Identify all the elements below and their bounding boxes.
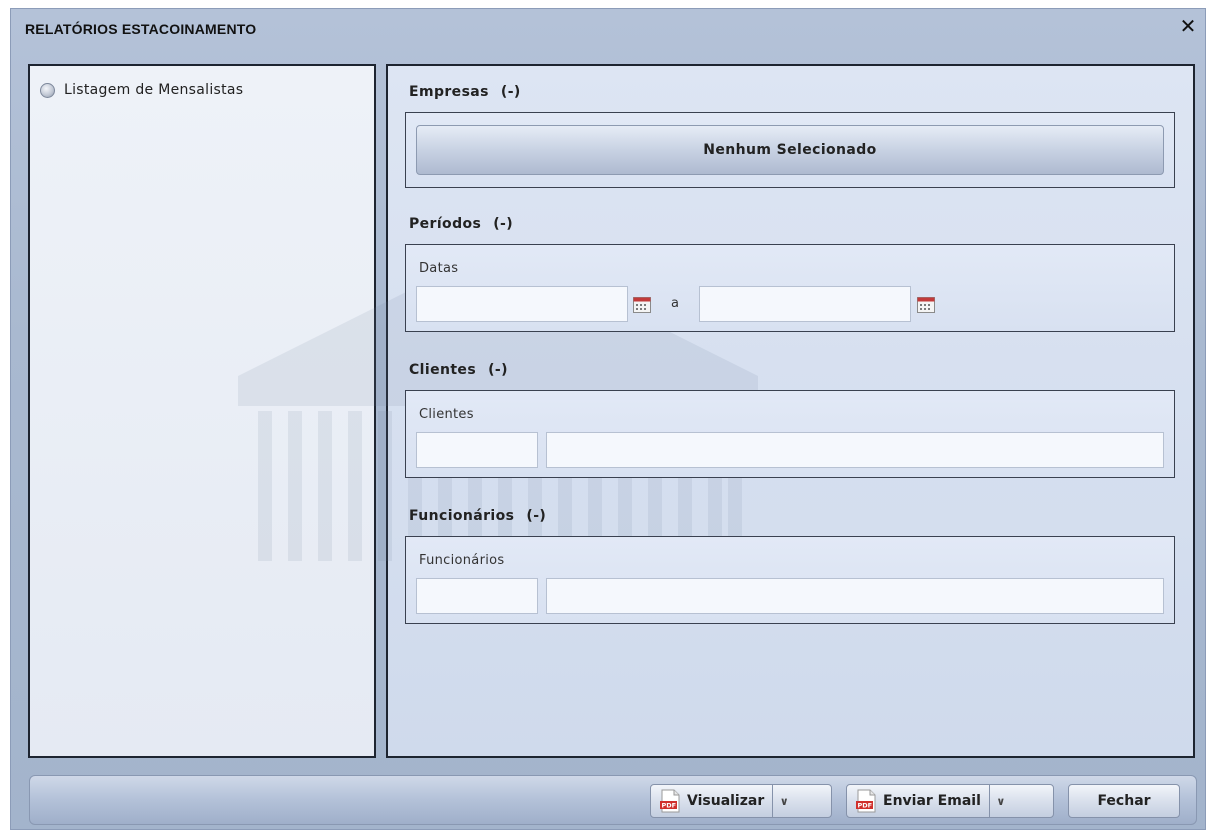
visualizar-label: Visualizar [687,793,765,809]
date-range-separator: a [671,296,679,311]
section-title-clientes: Clientes (-) [409,362,508,378]
section-title-text: Clientes [409,362,477,378]
calendar-icon[interactable] [917,297,935,313]
visualizar-dropdown-chevron-icon[interactable]: ∨ [772,785,795,817]
cliente-name-input[interactable] [546,432,1164,468]
calendar-icon[interactable] [633,297,651,313]
collapse-toggle-periodos[interactable]: (-) [493,216,513,232]
bottom-toolbar: PDF Visualizar ∨ PDF Enviar Email ∨ Fech… [29,775,1197,825]
report-dialog: RELATÓRIOS ESTACOINAMENTO ✕ Listagem de … [10,8,1206,830]
section-title-funcionarios: Funcionários (-) [409,508,546,524]
group-empresas: Nenhum Selecionado [405,112,1175,188]
pdf-icon: PDF [660,789,680,813]
svg-text:PDF: PDF [662,802,677,810]
date-from-input[interactable] [416,286,628,322]
visualizar-button[interactable]: PDF Visualizar ∨ [650,784,832,818]
field-label-datas: Datas [419,261,459,276]
group-funcionarios: Funcionários [405,536,1175,624]
date-to-input[interactable] [699,286,911,322]
report-option-listagem-mensalistas[interactable]: Listagem de Mensalistas [40,82,243,98]
report-list-panel: Listagem de Mensalistas [28,64,376,758]
enviar-email-label: Enviar Email [883,793,981,809]
empresas-select-button[interactable]: Nenhum Selecionado [416,125,1164,175]
section-title-periodos: Períodos (-) [409,216,513,232]
funcionario-name-input[interactable] [546,578,1164,614]
dialog-title: RELATÓRIOS ESTACOINAMENTO [25,21,257,37]
close-icon[interactable]: ✕ [1177,15,1199,37]
section-title-text: Períodos [409,216,482,232]
collapse-toggle-funcionarios[interactable]: (-) [526,508,546,524]
section-title-text: Empresas [409,84,489,100]
radio-button[interactable] [40,82,55,98]
report-option-label: Listagem de Mensalistas [64,82,244,98]
enviar-email-dropdown-chevron-icon[interactable]: ∨ [988,785,1012,817]
collapse-toggle-clientes[interactable]: (-) [488,362,508,378]
field-label-clientes: Clientes [419,407,474,422]
fechar-button[interactable]: Fechar [1068,784,1180,818]
section-title-empresas: Empresas (-) [409,84,521,100]
enviar-email-button[interactable]: PDF Enviar Email ∨ [846,784,1054,818]
section-title-text: Funcionários [409,508,515,524]
pdf-icon: PDF [856,789,876,813]
group-clientes: Clientes [405,390,1175,478]
svg-text:PDF: PDF [858,802,873,810]
collapse-toggle-empresas[interactable]: (-) [501,84,521,100]
funcionario-code-input[interactable] [416,578,538,614]
cliente-code-input[interactable] [416,432,538,468]
group-periodos: Datas a [405,244,1175,332]
filter-panel: Empresas (-) Nenhum Selecionado Períodos (… [238,64,1195,758]
field-label-funcionarios: Funcionários [419,553,505,568]
